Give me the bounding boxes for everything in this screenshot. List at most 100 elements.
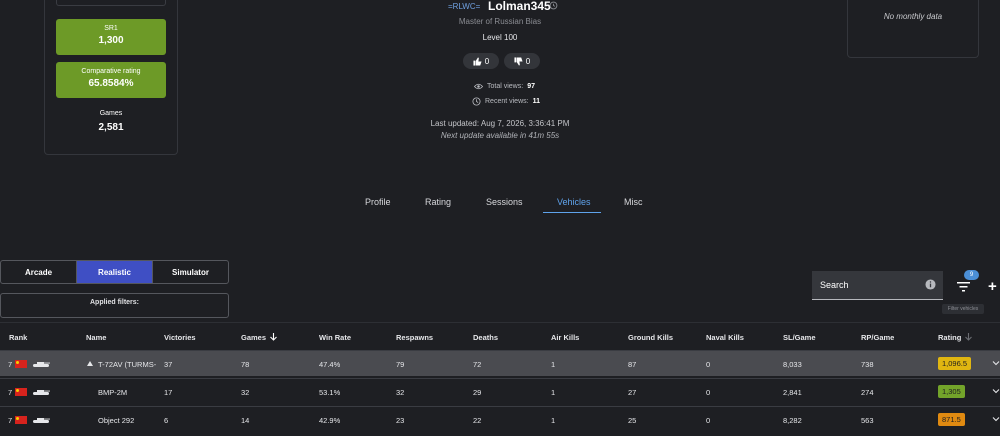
cell-rank: 7 [8,360,13,369]
cell-rp-game: 274 [861,388,874,397]
recent-views-value: 11 [532,98,540,105]
cell-respawns: 79 [396,360,405,369]
search-input[interactable] [812,271,912,298]
cell-rp-game: 563 [861,416,874,425]
cell-victories: 17 [164,388,173,397]
cell-deaths: 72 [473,360,482,369]
cell-games: 32 [241,388,250,397]
header-air-kills[interactable]: Air Kills [551,333,579,342]
clan-tag[interactable]: =RLWC= [448,2,480,11]
cell-naval-kills: 0 [706,416,711,425]
eye-icon [474,83,483,90]
nation-flag-icon [15,388,27,396]
tab-rating[interactable]: Rating [425,197,451,207]
info-icon[interactable] [925,279,936,290]
cell-ground-kills: 27 [628,388,637,397]
dislike-button[interactable]: 0 [504,53,540,69]
game-mode-selector: Arcade Realistic Simulator [0,260,229,284]
cell-rank: 7 [8,388,13,397]
header-respawns[interactable]: Respawns [396,333,433,342]
cell-sl-game: 8,282 [783,416,802,425]
rating-badge: 1,305 [938,385,965,398]
cell-naval-kills: 0 [706,388,711,397]
total-views-label: Total views: [487,83,524,90]
cell-air-kills: 1 [551,416,556,425]
tab-sessions[interactable]: Sessions [486,197,523,207]
header-games-label: Games [241,333,267,342]
cell-victories: 37 [164,360,173,369]
expand-chevron-icon[interactable] [992,359,1000,367]
thumbs-up-icon [473,56,482,66]
header-rating[interactable]: Rating [938,333,973,342]
rating-badge: 1,096.5 [938,357,972,370]
expand-chevron-icon[interactable] [992,415,1000,423]
add-icon[interactable]: + [988,278,997,295]
nation-flag-icon [15,416,27,424]
cell-air-kills: 1 [551,360,556,369]
cell-deaths: 22 [473,416,482,425]
table-row[interactable]: 7 6 14 42.9% 23 22 1 25 0 8,282 563 Object 292 871.5 [0,406,1000,432]
applied-filters-label: Applied filters: [89,299,139,306]
last-updated: Last updated: Aug 7, 2026, 3:36:41 PM [430,119,570,128]
cell-name[interactable]: T-72AV (TURMS- [98,360,156,369]
total-views-value: 97 [527,83,535,90]
recent-views: Recent views: 11 [472,97,540,106]
total-views: Total views: 97 [474,83,535,90]
cell-win-rate: 42.9% [319,416,341,425]
sr1-label: SR1 [104,25,118,32]
sort-arrow-icon [965,333,973,341]
cell-name[interactable]: Object 292 [98,416,156,425]
search-field [812,271,943,300]
next-update: Next update available in 41m 55s [440,131,560,140]
header-sl-game[interactable]: SL/Game [783,333,816,342]
expand-chevron-icon[interactable] [992,387,1000,395]
header-games[interactable]: Games [241,333,278,342]
table-header: Rank Name Victories Games Win Rate Respa… [0,322,1000,350]
filter-count-badge: 9 [964,270,979,280]
mode-simulator-button[interactable]: Simulator [153,261,228,283]
header-rating-label: Rating [938,333,962,342]
header-deaths[interactable]: Deaths [473,333,498,342]
tab-profile[interactable]: Profile [365,197,391,207]
nation-flag-icon [15,360,27,368]
cell-sl-game: 2,841 [783,388,802,397]
cell-deaths: 29 [473,388,482,397]
tank-icon [33,362,50,367]
like-button[interactable]: 0 [463,53,499,69]
header-win-rate[interactable]: Win Rate [319,333,351,342]
tank-icon [33,418,50,423]
mode-arcade-button[interactable]: Arcade [1,261,77,283]
cell-respawns: 32 [396,388,405,397]
cell-ground-kills: 25 [628,416,637,425]
comparative-rating-value: 65.8584% [88,78,134,89]
dislike-count: 0 [525,56,531,66]
cell-naval-kills: 0 [706,360,711,369]
filter-icon[interactable] [957,282,970,292]
cell-name[interactable]: BMP-2M [98,388,156,397]
games-label: Games [99,110,123,117]
tank-icon [33,390,50,395]
header-naval-kills[interactable]: Naval Kills [706,333,744,342]
cell-win-rate: 47.4% [319,360,341,369]
tab-misc[interactable]: Misc [624,197,643,207]
cell-games: 14 [241,416,250,425]
tab-vehicles[interactable]: Vehicles [557,197,591,207]
header-rp-game[interactable]: RP/Game [861,333,894,342]
cell-rp-game: 738 [861,360,874,369]
recent-views-label: Recent views: [485,98,529,105]
header-name[interactable]: Name [86,333,106,342]
table-row[interactable]: 7 17 32 53.1% 32 29 1 27 0 2,841 274 BMP-2M 1,305 [0,378,1000,404]
cell-games: 78 [241,360,250,369]
thumbs-down-icon [514,56,523,66]
cell-win-rate: 53.1% [319,388,341,397]
history-icon[interactable] [549,1,558,10]
header-ground-kills[interactable]: Ground Kills [628,333,673,342]
like-count: 0 [484,56,490,66]
clock-icon [472,97,481,106]
header-rank[interactable]: Rank [9,333,27,342]
header-victories[interactable]: Victories [164,333,196,342]
mode-realistic-button[interactable]: Realistic [77,261,153,283]
cell-rank: 7 [8,416,13,425]
cell-sl-game: 8,033 [783,360,802,369]
table-row[interactable]: 7 37 78 47.4% 79 72 1 87 0 8,033 738 T-72AV (TURMS-… [0,350,1000,376]
